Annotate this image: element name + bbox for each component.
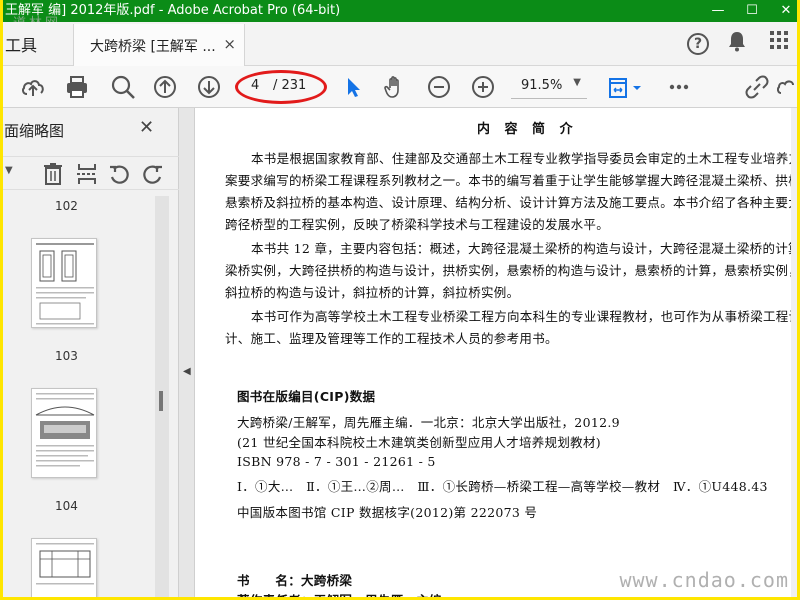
body-line: 梁桥实例，大跨径拱桥的构造与设计，拱桥实例，悬索桥的构造与设计，悬索桥的计算，悬…: [225, 263, 800, 278]
body-line: 本书可作为高等学校土木工程专业桥梁工程方向本科生的专业课程教材，也可作为从事桥梁…: [251, 309, 800, 324]
body-line: 跨径桥型的工程实例，反映了桥梁科学技术与工程建设的发展水平。: [225, 217, 610, 232]
rotate-left-icon[interactable]: [107, 161, 131, 191]
thumbnail-tools: ▼: [3, 156, 179, 190]
page-heading: 内 容 简 介: [477, 122, 578, 137]
delete-page-icon[interactable]: [41, 161, 65, 191]
extract-page-icon[interactable]: [75, 161, 99, 191]
tab-bar: 工具 大跨桥梁 [王解军 ... × ?: [3, 22, 797, 66]
body-line: 本书共 12 章，主要内容包括：概述，大跨径混凝土梁桥的构造与设计，大跨径混凝土…: [251, 241, 800, 256]
tab-document-label: 大跨桥梁 [王解军 ...: [90, 39, 216, 55]
cip-line: 中国版本图书馆 CIP 数据核字(2012)第 222073 号: [237, 505, 538, 520]
cip-line: 大跨桥梁/王解军，周先雁主编．一北京：北京大学出版社，2012.9: [237, 415, 620, 430]
zoom-search-icon[interactable]: [109, 73, 137, 101]
maximize-button[interactable]: ☐: [735, 0, 769, 22]
print-icon[interactable]: [63, 73, 91, 101]
rotate-right-icon[interactable]: [141, 161, 165, 191]
collapse-arrow-icon[interactable]: ◀: [183, 366, 191, 377]
panel-scrollbar-thumb[interactable]: [159, 391, 163, 411]
body-line: 本书是根据国家教育部、住建部及交通部土木工程专业教学指导委员会审定的土木工程专业…: [251, 151, 800, 166]
body-line: 斜拉桥的构造与设计，斜拉桥的计算，斜拉桥实例。: [225, 285, 520, 300]
cip-line: Ⅰ．①大… Ⅱ．①王…②周… Ⅲ．①长跨桥—桥梁工程—高等学校—教材 Ⅳ．①U4…: [237, 479, 768, 494]
zoom-in-icon[interactable]: [469, 73, 497, 101]
document-scrollbar[interactable]: [791, 108, 797, 597]
tab-close-icon[interactable]: ×: [223, 35, 236, 53]
close-panel-icon[interactable]: ✕: [139, 117, 154, 138]
close-window-button[interactable]: ✕: [769, 0, 797, 22]
main-toolbar: 4 / 231 91.5% ▼: [3, 66, 797, 108]
page-thumbnail-103[interactable]: [31, 238, 97, 328]
share-link-icon[interactable]: [743, 73, 771, 101]
chevron-down-icon: ▼: [573, 77, 581, 88]
thumbnail-label: 102: [55, 199, 78, 213]
highlight-annotation-oval: [235, 70, 327, 104]
cloud-sign-icon[interactable]: [776, 73, 797, 101]
book-info-line: 著作责任者：王解军 周先雁 主编: [237, 590, 442, 597]
page-thumbnail-105[interactable]: [31, 538, 97, 597]
more-options-icon[interactable]: [665, 73, 693, 101]
panel-collapse-bar[interactable]: ◀: [179, 108, 195, 597]
tab-bar-icons: ?: [687, 30, 793, 58]
minimize-button[interactable]: —: [701, 0, 735, 22]
book-info-line: 书 名：大跨桥梁: [237, 573, 353, 588]
window-controls: — ☐ ✕: [701, 0, 797, 22]
zoom-out-icon[interactable]: [425, 73, 453, 101]
app-window: 王解军 编] 2012年版.pdf - Adobe Acrobat Pro (6…: [0, 0, 800, 600]
bell-icon[interactable]: [723, 30, 751, 58]
panel-scrollbar[interactable]: [155, 196, 169, 597]
help-icon[interactable]: ?: [687, 33, 709, 55]
select-cursor-icon[interactable]: [339, 73, 367, 101]
next-page-icon[interactable]: [195, 73, 223, 101]
document-page: 内 容 简 介 本书是根据国家教育部、住建部及交通部土木工程专业教学指导委员会审…: [195, 108, 800, 597]
page-thumbnail-104[interactable]: [31, 388, 97, 478]
hand-tool-icon[interactable]: [381, 73, 409, 101]
cip-line: ISBN 978 - 7 - 301 - 21261 - 5: [237, 454, 436, 469]
body-line: 悬索桥及斜拉桥的基本构造、设计原理、结构分析、设计计算方法及施工要点。本书介绍了…: [225, 195, 800, 210]
cip-heading: 图书在版编目(CIP)数据: [237, 389, 376, 404]
previous-page-icon[interactable]: [151, 73, 179, 101]
body-line: 案要求编写的桥梁工程课程系列教材之一。本书的编写着重于让学生能够掌握大跨径混凝土…: [225, 173, 800, 188]
title-bar: 王解军 编] 2012年版.pdf - Adobe Acrobat Pro (6…: [3, 0, 797, 22]
panel-title: 页面缩略图: [3, 122, 65, 140]
zoom-level-value: 91.5%: [521, 78, 563, 93]
thumbnail-label: 104: [55, 499, 78, 513]
cip-line: (21 世纪全国本科院校土木建筑类创新型应用人才培养规划教材): [237, 435, 601, 450]
site-watermark: www.cndao.com: [619, 568, 789, 592]
options-dropdown-icon[interactable]: ▼: [5, 165, 13, 176]
thumbnail-label: 103: [55, 349, 78, 363]
zoom-level-select[interactable]: 91.5% ▼: [511, 75, 587, 99]
tab-document[interactable]: 大跨桥梁 [王解军 ... ×: [73, 24, 245, 66]
body-line: 计、施工、监理及管理等工作的工程技术人员的参考用书。: [225, 331, 558, 346]
tab-tools[interactable]: 工具: [5, 32, 37, 56]
fit-page-icon[interactable]: [605, 73, 645, 101]
thumbnails-panel: 页面缩略图 ✕ ▼ 102: [3, 108, 179, 597]
cloud-upload-icon[interactable]: [19, 73, 47, 101]
apps-grid-icon[interactable]: [765, 30, 793, 58]
